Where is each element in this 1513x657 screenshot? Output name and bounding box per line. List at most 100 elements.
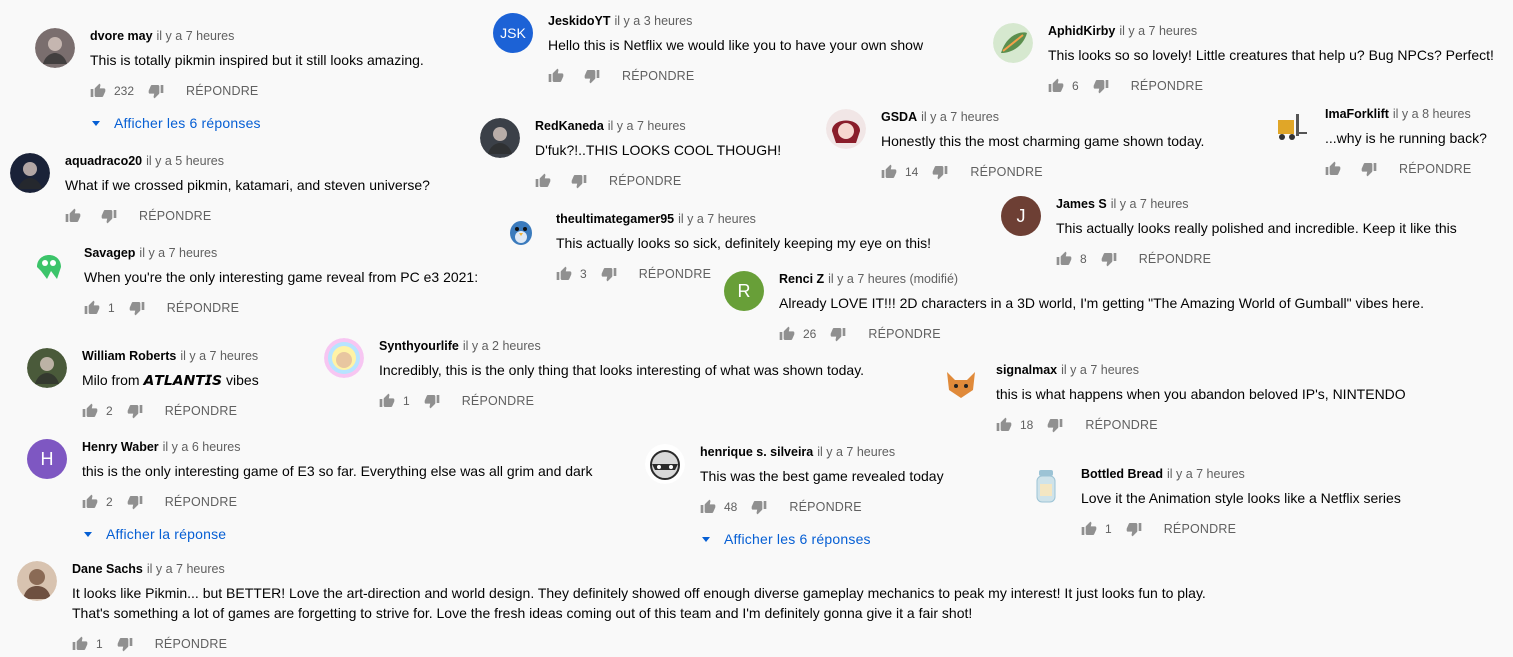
dislike-button[interactable] <box>1126 521 1142 537</box>
like-button[interactable] <box>548 68 564 84</box>
avatar[interactable] <box>480 118 520 158</box>
avatar[interactable] <box>35 28 75 68</box>
reply-button[interactable]: RÉPONDRE <box>1085 418 1157 432</box>
comment-time[interactable]: il y a 7 heures <box>180 349 258 363</box>
reply-button[interactable]: RÉPONDRE <box>609 174 681 188</box>
comment-time[interactable]: il y a 8 heures <box>1393 107 1471 121</box>
comment-time[interactable]: il y a 5 heures <box>146 154 224 168</box>
comment-author[interactable]: Renci Z <box>779 272 824 286</box>
show-replies-button[interactable]: Afficher la réponse <box>82 526 592 542</box>
like-button[interactable] <box>1048 78 1064 94</box>
comment-time[interactable]: il y a 7 heures <box>921 110 999 124</box>
avatar[interactable] <box>941 362 981 402</box>
dislike-button[interactable] <box>117 636 133 652</box>
comment-time[interactable]: il y a 3 heures <box>615 14 693 28</box>
like-button[interactable] <box>1081 521 1097 537</box>
dislike-button[interactable] <box>127 494 143 510</box>
dislike-button[interactable] <box>129 300 145 316</box>
dislike-button[interactable] <box>1361 161 1377 177</box>
comment-author[interactable]: Bottled Bread <box>1081 467 1163 481</box>
reply-button[interactable]: RÉPONDRE <box>639 267 711 281</box>
comment-time[interactable]: il y a 7 heures <box>1061 363 1139 377</box>
reply-button[interactable]: RÉPONDRE <box>186 84 258 98</box>
avatar[interactable] <box>826 109 866 149</box>
comment-author[interactable]: GSDA <box>881 110 917 124</box>
avatar[interactable] <box>1026 466 1066 506</box>
comment-author[interactable]: AphidKirby <box>1048 24 1115 38</box>
comment-time[interactable]: il y a 7 heures <box>1111 197 1189 211</box>
reply-button[interactable]: RÉPONDRE <box>139 209 211 223</box>
comment-author[interactable]: James S <box>1056 197 1107 211</box>
reply-button[interactable]: RÉPONDRE <box>155 637 227 651</box>
dislike-button[interactable] <box>1047 417 1063 433</box>
comment-author[interactable]: dvore may <box>90 29 153 43</box>
comment-author[interactable]: JeskidoYT <box>548 14 611 28</box>
dislike-button[interactable] <box>584 68 600 84</box>
like-button[interactable] <box>84 300 100 316</box>
like-button[interactable] <box>82 494 98 510</box>
avatar[interactable] <box>993 23 1033 63</box>
comment-author[interactable]: aquadraco20 <box>65 154 142 168</box>
comment-author[interactable]: ImaForklift <box>1325 107 1389 121</box>
reply-button[interactable]: RÉPONDRE <box>789 500 861 514</box>
comment-time[interactable]: il y a 7 heures <box>147 562 225 576</box>
comment-author[interactable]: henrique s. silveira <box>700 445 813 459</box>
avatar[interactable] <box>324 338 364 378</box>
reply-button[interactable]: RÉPONDRE <box>868 327 940 341</box>
comment-author[interactable]: Synthyourlife <box>379 339 459 353</box>
reply-button[interactable]: RÉPONDRE <box>1399 162 1471 176</box>
comment-author[interactable]: RedKaneda <box>535 119 604 133</box>
dislike-button[interactable] <box>101 208 117 224</box>
like-button[interactable] <box>1325 161 1341 177</box>
comment-time[interactable]: il y a 2 heures <box>463 339 541 353</box>
comment-author[interactable]: theultimategamer95 <box>556 212 674 226</box>
comment-author[interactable]: William Roberts <box>82 349 176 363</box>
avatar[interactable] <box>645 444 685 484</box>
comment-time[interactable]: il y a 7 heures <box>157 29 235 43</box>
comment-author[interactable]: Henry Waber <box>82 440 159 454</box>
like-button[interactable] <box>996 417 1012 433</box>
reply-button[interactable]: RÉPONDRE <box>462 394 534 408</box>
dislike-button[interactable] <box>1101 251 1117 267</box>
comment-time[interactable]: il y a 7 heures <box>817 445 895 459</box>
dislike-button[interactable] <box>148 83 164 99</box>
comment-time[interactable]: il y a 7 heures <box>678 212 756 226</box>
dislike-button[interactable] <box>127 403 143 419</box>
reply-button[interactable]: RÉPONDRE <box>1131 79 1203 93</box>
reply-button[interactable]: RÉPONDRE <box>1139 252 1211 266</box>
comment-time[interactable]: il y a 7 heures <box>139 246 217 260</box>
comment-time[interactable]: il y a 7 heures <box>1119 24 1197 38</box>
like-button[interactable] <box>700 499 716 515</box>
show-replies-button[interactable]: Afficher les 6 réponses <box>700 531 944 547</box>
avatar[interactable] <box>17 561 57 601</box>
show-replies-button[interactable]: Afficher les 6 réponses <box>90 115 424 131</box>
comment-time[interactable]: il y a 7 heures <box>1167 467 1245 481</box>
comment-time[interactable]: il y a 6 heures <box>163 440 241 454</box>
like-button[interactable] <box>90 83 106 99</box>
like-button[interactable] <box>535 173 551 189</box>
comment-author[interactable]: Savagep <box>84 246 135 260</box>
like-button[interactable] <box>72 636 88 652</box>
reply-button[interactable]: RÉPONDRE <box>165 404 237 418</box>
dislike-button[interactable] <box>932 164 948 180</box>
like-button[interactable] <box>881 164 897 180</box>
reply-button[interactable]: RÉPONDRE <box>167 301 239 315</box>
like-button[interactable] <box>1056 251 1072 267</box>
avatar[interactable] <box>1270 106 1310 146</box>
dislike-button[interactable] <box>601 266 617 282</box>
dislike-button[interactable] <box>1093 78 1109 94</box>
avatar[interactable]: H <box>27 439 67 479</box>
avatar[interactable]: R <box>724 271 764 311</box>
comment-author[interactable]: Dane Sachs <box>72 562 143 576</box>
comment-time[interactable]: il y a 7 heures <box>608 119 686 133</box>
like-button[interactable] <box>556 266 572 282</box>
reply-button[interactable]: RÉPONDRE <box>1164 522 1236 536</box>
avatar[interactable] <box>27 348 67 388</box>
like-button[interactable] <box>65 208 81 224</box>
avatar[interactable]: JSK <box>493 13 533 53</box>
comment-author[interactable]: signalmax <box>996 363 1057 377</box>
avatar[interactable] <box>501 211 541 251</box>
reply-button[interactable]: RÉPONDRE <box>622 69 694 83</box>
dislike-button[interactable] <box>751 499 767 515</box>
reply-button[interactable]: RÉPONDRE <box>165 495 237 509</box>
